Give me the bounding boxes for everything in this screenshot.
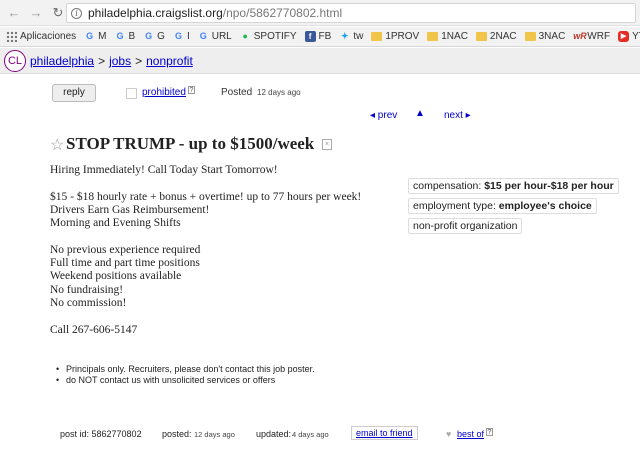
bookmark-apps[interactable]: Aplicaciones	[6, 31, 76, 42]
body-line: Weekend positions available	[50, 270, 182, 283]
google-icon: G	[86, 31, 94, 41]
google-icon: G	[174, 31, 182, 41]
posting-body: Hiring Immediately! Call Today Start Tom…	[50, 164, 400, 337]
body-line: No commission!	[50, 296, 127, 309]
bookmark-url[interactable]: G URL	[198, 31, 232, 42]
bookmark-yt[interactable]: ▶YT	[618, 31, 640, 42]
reload-icon[interactable]: ↻	[50, 5, 66, 21]
craigslist-logo[interactable]: CL	[4, 49, 26, 72]
folder-icon	[475, 32, 487, 41]
body-line: $15 - $18 hourly rate + bonus + overtime…	[50, 190, 362, 203]
notice-item: do NOT contact us with unsolicited servi…	[56, 375, 315, 386]
bookmark-b[interactable]: GB	[115, 31, 135, 42]
bookmarks-bar: Aplicaciones GM GB GG GI G URL ● SPOTIFY f…	[0, 27, 640, 47]
breadcrumb-jobs[interactable]: jobs	[109, 54, 131, 68]
browser-toolbar: ← → ↻ i philadelphia.craigslist.org/npo/…	[0, 0, 640, 26]
body-line: No fundraising!	[50, 283, 124, 296]
bookmark-1prov[interactable]: 1PROV	[371, 31, 419, 42]
flag-checkbox[interactable]	[126, 88, 137, 99]
posted-date: 12 days ago	[257, 88, 301, 97]
hide-posting-icon[interactable]: ×	[322, 139, 332, 150]
folder-icon	[524, 32, 536, 41]
google-icon: G	[116, 31, 124, 41]
footer-posted-date: 12 days ago	[194, 430, 235, 439]
prohibited-link[interactable]: prohibited	[142, 87, 186, 98]
bookmark-i[interactable]: GI	[173, 31, 190, 42]
bookmark-tw[interactable]: ✦ tw	[339, 31, 363, 42]
email-to-friend-button[interactable]: email to friend	[351, 426, 418, 440]
next-link[interactable]: next ▸	[444, 110, 471, 121]
attr-employment-type: employment type: employee's choice	[408, 198, 597, 214]
help-icon[interactable]: ?	[486, 428, 493, 436]
best-of-link[interactable]: best of	[457, 429, 484, 439]
address-bar[interactable]: i philadelphia.craigslist.org/npo/586277…	[66, 3, 636, 23]
breadcrumb-city[interactable]: philadelphia	[30, 54, 94, 68]
bookmark-3nac[interactable]: 3NAC	[524, 31, 565, 42]
folder-icon	[427, 32, 439, 41]
heart-icon[interactable]: ♥	[446, 429, 451, 439]
body-line: Morning and Evening Shifts	[50, 217, 181, 230]
google-icon: G	[145, 31, 153, 41]
body-line: Full time and part time positions	[50, 257, 200, 270]
notices-list: Principals only. Recruiters, please don'…	[56, 364, 315, 386]
posted-label: Posted	[221, 87, 253, 98]
spotify-icon: ●	[242, 31, 248, 41]
footer-posted-label: posted:	[162, 429, 192, 439]
notice-item: Principals only. Recruiters, please don'…	[56, 364, 315, 375]
twitter-icon: ✦	[341, 31, 349, 41]
url-host: philadelphia.craigslist.org	[88, 6, 223, 20]
info-icon[interactable]: i	[71, 7, 82, 19]
footer-updated-date: 4 days ago	[292, 430, 329, 439]
body-line: Hiring Immediately! Call Today Start Tom…	[50, 164, 278, 176]
wordreference-icon: wR	[573, 31, 587, 41]
bookmark-spotify[interactable]: ● SPOTIFY	[240, 31, 297, 42]
breadcrumb-separator: >	[98, 53, 106, 68]
bookmark-2nac[interactable]: 2NAC	[475, 31, 517, 42]
facebook-icon: f	[304, 31, 316, 42]
bookmark-1nac[interactable]: 1NAC	[427, 31, 468, 42]
back-arrow-icon[interactable]: ←	[6, 5, 22, 20]
forward-arrow-icon[interactable]: →	[28, 5, 44, 20]
favorite-star-icon[interactable]: ☆	[50, 135, 64, 155]
body-line: Drivers Earn Gas Reimbursement!	[50, 203, 210, 216]
bookmark-m[interactable]: GM	[84, 31, 106, 42]
prev-link[interactable]: ◂ prev	[370, 110, 397, 121]
breadcrumb-nonprofit[interactable]: nonprofit	[146, 54, 193, 68]
help-icon[interactable]: ?	[188, 86, 195, 94]
folder-icon	[371, 32, 383, 41]
google-icon: G	[199, 31, 207, 41]
craigslist-header: CL philadelphia > jobs > nonprofit	[0, 48, 640, 74]
youtube-icon: ▶	[618, 31, 630, 42]
body-line: No previous experience required	[50, 243, 201, 256]
bookmark-g[interactable]: GG	[143, 31, 165, 42]
attr-compensation: compensation: $15 per hour-$18 per hour	[408, 178, 619, 194]
post-title: STOP TRUMP - up to $1500/week	[66, 134, 315, 153]
bookmark-fb[interactable]: f FB	[304, 31, 331, 42]
up-arrow-icon[interactable]: ▲	[415, 108, 425, 119]
attr-nonprofit: non-profit organization	[408, 218, 523, 234]
apps-icon	[6, 31, 17, 42]
footer-updated-label: updated:	[256, 429, 292, 439]
url-path: /npo/5862770802.html	[222, 6, 343, 20]
body-line: Call 267-606-5147	[50, 323, 138, 336]
reply-button[interactable]: reply	[52, 84, 96, 102]
breadcrumb-separator: >	[135, 53, 143, 68]
post-footer: post id: 5862770802 posted: 12 days ago …	[0, 426, 640, 441]
bookmark-wrf[interactable]: wR WRF	[573, 31, 610, 42]
post-id: post id: 5862770802	[60, 429, 142, 439]
